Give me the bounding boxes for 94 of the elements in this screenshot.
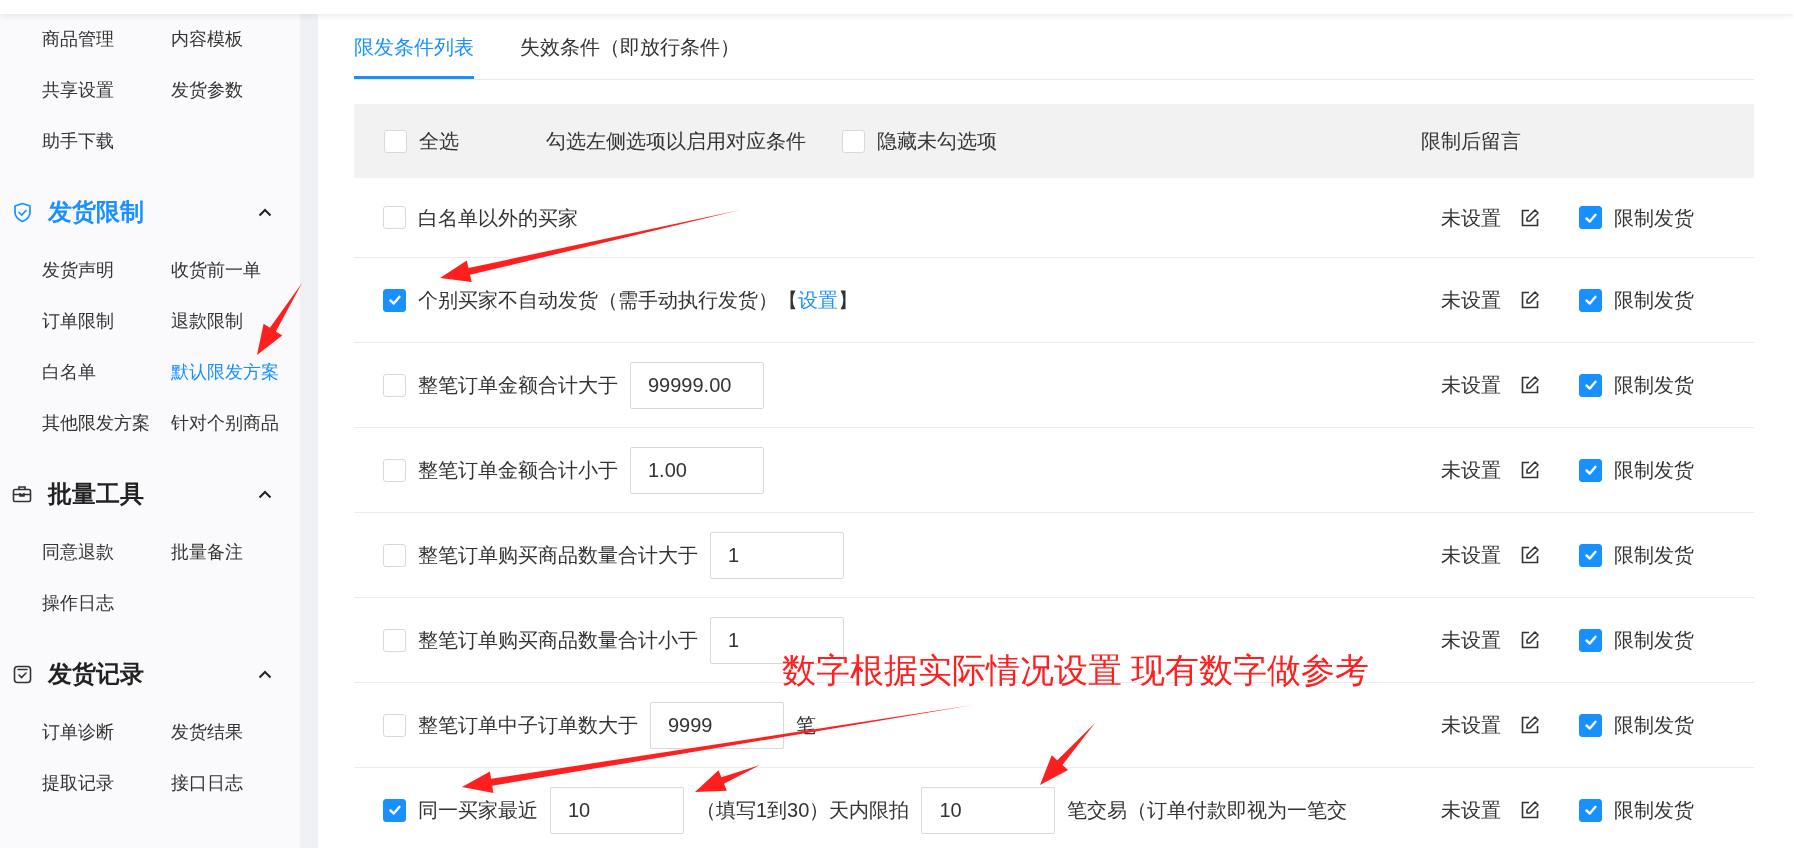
edit-icon[interactable] — [1520, 715, 1540, 735]
tab[interactable]: 失效条件（即放行条件） — [520, 14, 740, 79]
edit-icon[interactable] — [1520, 207, 1540, 228]
section-title[interactable]: 发货记录 — [48, 656, 144, 692]
checkbox[interactable] — [383, 798, 406, 822]
checkmark-icon — [387, 803, 402, 817]
annotation-arrow — [1040, 723, 1095, 785]
sidebar-item[interactable]: 提取记录 — [42, 758, 171, 809]
condition-label: 整笔订单金额合计大于 — [418, 373, 618, 398]
number-input[interactable]: 9999 — [650, 701, 784, 749]
sidebar-item[interactable]: 同意退款 — [42, 527, 171, 578]
sidebar-item[interactable]: 助手下载 — [42, 116, 171, 167]
toolbox-icon — [12, 483, 32, 505]
edit-icon[interactable] — [1520, 460, 1540, 480]
checkbox[interactable] — [1579, 458, 1602, 482]
condition-label: （填写1到30）天内限拍 — [696, 798, 910, 823]
edit-icon[interactable] — [1520, 800, 1540, 820]
sidebar-item[interactable]: 白名单 — [42, 347, 171, 398]
checkbox[interactable] — [1579, 798, 1602, 822]
checklist-icon — [12, 663, 32, 685]
column-header: 限制后留言 — [1421, 130, 1521, 152]
checkbox-label: 限制发货 — [1614, 798, 1694, 823]
sidebar-item[interactable]: 订单诊断 — [42, 707, 171, 758]
message-status: 未设置 — [1441, 205, 1501, 231]
checkbox[interactable] — [1579, 543, 1602, 567]
checkbox-label: 限制发货 — [1614, 628, 1694, 653]
chevron-up-icon[interactable] — [258, 207, 272, 217]
condition-label: 白名单以外的买家 — [418, 205, 578, 231]
checkbox[interactable] — [383, 288, 406, 312]
message-status: 未设置 — [1441, 458, 1501, 483]
message-status: 未设置 — [1441, 543, 1501, 568]
edit-icon[interactable] — [1520, 545, 1540, 565]
number-input[interactable]: 10 — [921, 786, 1056, 834]
sidebar-item[interactable]: 其他限发方案 — [42, 398, 171, 449]
message-status: 未设置 — [1441, 288, 1501, 313]
number-input[interactable]: 99999.00 — [630, 361, 764, 409]
checkbox-label: 全选 — [419, 129, 459, 154]
shield-icon — [12, 201, 32, 223]
message-status: 未设置 — [1441, 713, 1501, 738]
sidebar-item[interactable]: 商品管理 — [42, 14, 171, 65]
sidebar-item[interactable]: 退款限制 — [171, 296, 300, 347]
checkbox-label: 限制发货 — [1614, 205, 1694, 231]
sidebar-item[interactable]: 收货前一单 — [171, 245, 300, 296]
checkmark-icon — [1583, 803, 1598, 817]
checkbox-label: 限制发货 — [1614, 373, 1694, 398]
sidebar-item[interactable]: 针对个别商品 — [171, 398, 300, 449]
condition-label: 同一买家最近 — [418, 798, 538, 823]
checkmark-icon — [387, 293, 402, 307]
condition-label: 整笔订单购买商品数量合计大于 — [418, 543, 698, 568]
sidebar-item[interactable]: 共享设置 — [42, 65, 171, 116]
checkbox[interactable] — [1579, 206, 1602, 229]
condition-label: 个别买家不自动发货（需手动执行发货）【设置】 — [418, 288, 858, 313]
condition-label: 笔 — [796, 713, 816, 738]
checkmark-icon — [1583, 378, 1598, 392]
checkbox[interactable] — [1579, 373, 1602, 397]
message-status: 未设置 — [1441, 798, 1501, 823]
number-input[interactable]: 1 — [710, 531, 844, 579]
annotation-arrow — [257, 283, 302, 355]
message-status: 未设置 — [1441, 373, 1501, 398]
condition-label: 整笔订单中子订单数大于 — [418, 713, 638, 738]
checkmark-icon — [1583, 718, 1598, 732]
sidebar-item[interactable]: 批量备注 — [171, 527, 300, 578]
checkbox-label: 限制发货 — [1614, 543, 1694, 568]
checkbox-label: 限制发货 — [1614, 288, 1694, 313]
checkmark-icon — [1583, 293, 1598, 307]
condition-label: 笔交易（订单付款即视为一笔交 — [1067, 798, 1348, 823]
condition-label: 整笔订单金额合计小于 — [418, 458, 618, 483]
message-status: 未设置 — [1441, 628, 1501, 653]
chevron-up-icon[interactable] — [258, 489, 272, 499]
checkmark-icon — [1583, 463, 1598, 477]
chevron-up-icon[interactable] — [258, 669, 272, 679]
edit-icon[interactable] — [1520, 290, 1540, 310]
checkbox-label: 隐藏未勾选项 — [877, 129, 997, 154]
sidebar-item[interactable]: 发货结果 — [171, 707, 300, 758]
section-title[interactable]: 批量工具 — [48, 476, 144, 512]
checkbox[interactable] — [1579, 288, 1602, 312]
sidebar-item[interactable]: 发货参数 — [171, 65, 300, 116]
checkmark-icon — [1583, 633, 1598, 647]
checkbox-label: 限制发货 — [1614, 713, 1694, 738]
number-input[interactable]: 10 — [550, 786, 684, 834]
number-input[interactable]: 1.00 — [630, 446, 764, 494]
checkbox-label: 限制发货 — [1614, 458, 1694, 483]
checkbox[interactable] — [1579, 628, 1602, 652]
sidebar-item[interactable]: 操作日志 — [42, 578, 171, 629]
checkmark-icon — [1583, 548, 1598, 562]
sidebar-item[interactable]: 订单限制 — [42, 296, 171, 347]
sidebar-item[interactable]: 接口日志 — [171, 758, 300, 809]
edit-icon[interactable] — [1520, 375, 1540, 395]
hint-text: 勾选左侧选项以启用对应条件 — [546, 129, 806, 154]
condition-label: 整笔订单购买商品数量合计小于 — [418, 628, 698, 653]
sidebar-item[interactable]: 内容模板 — [171, 14, 300, 65]
sidebar-item[interactable]: 发货声明 — [42, 245, 171, 296]
edit-icon[interactable] — [1520, 630, 1540, 650]
checkbox[interactable] — [1579, 713, 1602, 737]
